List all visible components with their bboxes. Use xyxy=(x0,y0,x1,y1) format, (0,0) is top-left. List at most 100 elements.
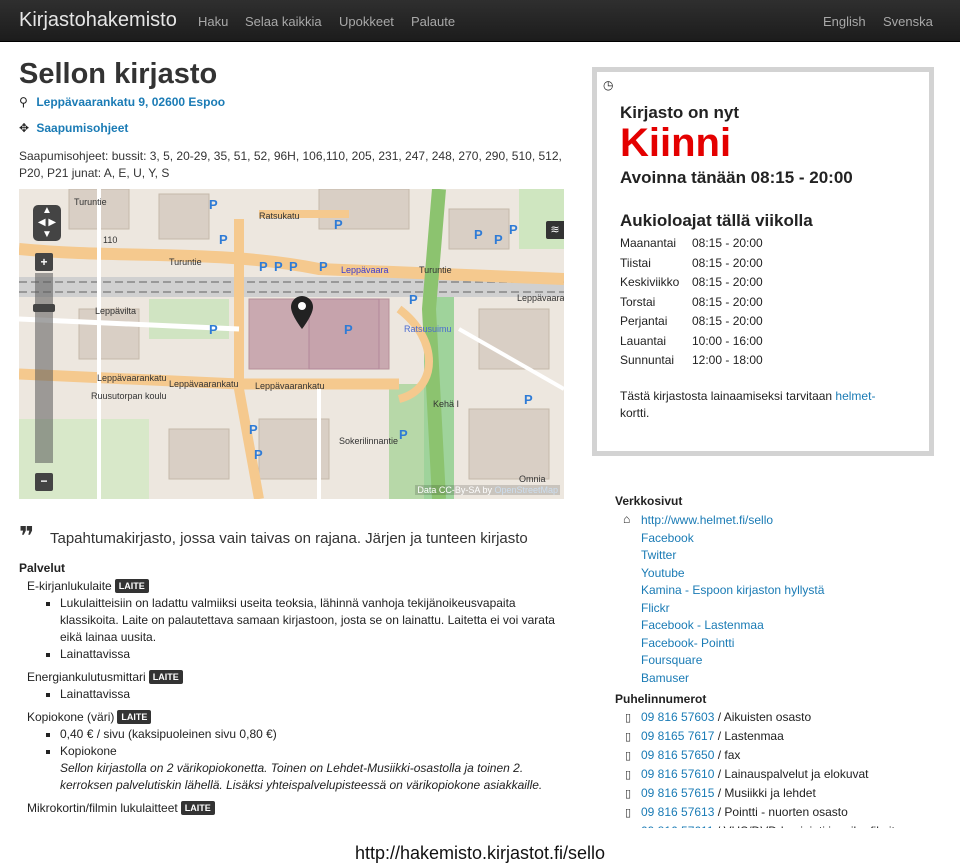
hours-time: 08:15 - 20:00 xyxy=(692,314,763,328)
website-link[interactable]: Facebook xyxy=(641,531,694,545)
directions-link[interactable]: Saapumisohjeet xyxy=(36,121,128,135)
zoom-out-button[interactable]: − xyxy=(35,473,53,491)
map-attribution: Data CC-By-SA by OpenStreetMap xyxy=(415,485,560,495)
nav-english[interactable]: English xyxy=(823,14,866,29)
website-link[interactable]: Foursquare xyxy=(641,653,702,667)
phone-row: ▯ 09 816 57615 / Musiikki ja lehdet xyxy=(625,784,945,803)
nav-haku[interactable]: Haku xyxy=(198,14,228,29)
svg-text:P: P xyxy=(524,392,533,407)
website-link[interactable]: Twitter xyxy=(641,548,676,562)
svg-text:P: P xyxy=(334,217,343,232)
hours-time: 12:00 - 18:00 xyxy=(692,353,763,367)
phone-row: ▯ 09 816 57650 / fax xyxy=(625,746,945,765)
map-label-leppavilta: Leppävilta xyxy=(95,306,137,316)
location-map[interactable]: PPP PPP PPP PPP PPP PP Turuntie Ratsukat… xyxy=(19,189,564,499)
helmet-card-link[interactable]: helmet- xyxy=(835,389,875,403)
website-link[interactable]: Facebook- Pointti xyxy=(641,636,734,650)
service-bullet: Lukulaitteisiin on ladattu valmiiksi use… xyxy=(60,595,564,646)
nav-svenska[interactable]: Svenska xyxy=(883,14,933,29)
hours-row: Keskiviikko 08:15 - 20:00 xyxy=(620,275,763,295)
phones-heading: Puhelinnumerot xyxy=(615,692,707,706)
top-navbar: Kirjastohakemisto Haku Selaa kaikkia Upo… xyxy=(0,0,960,42)
svg-text:P: P xyxy=(319,259,328,274)
screenshot-cut-edge xyxy=(0,828,960,843)
map-label-leppavaarankatu-3: Leppävaarankatu xyxy=(255,381,325,391)
service-title: E-kirjanlukulaite xyxy=(27,579,112,593)
service-bullet: 0,40 € / sivu (kaksipuoleinen sivu 0,80 … xyxy=(60,726,564,743)
hours-table: Maanantai 08:15 - 20:00 Tiistai 08:15 - 20… xyxy=(620,236,763,373)
website-link[interactable]: Youtube xyxy=(641,566,685,580)
map-tiles: PP P P PP PPP P PP PPP PP xyxy=(19,189,564,499)
svg-text:P: P xyxy=(259,259,268,274)
phone-icon: ▯ xyxy=(625,712,632,724)
service-note: Sellon kirjastolla on 2 värikopiokonetta… xyxy=(60,761,543,792)
helmet-note-text: Tästä kirjastosta lainaamiseksi tarvitaa… xyxy=(620,389,836,403)
address-link[interactable]: Leppävaarankatu 9, 02600 Espoo xyxy=(36,95,225,109)
layers-icon[interactable]: ≋ xyxy=(546,221,564,239)
phone-number-link[interactable]: 09 816 57603 xyxy=(641,710,714,724)
zoom-slider[interactable] xyxy=(35,273,53,463)
phone-label: / Musiikki ja lehdet xyxy=(714,786,816,800)
nav-palaute[interactable]: Palaute xyxy=(411,14,455,29)
nav-selaa-kaikkia[interactable]: Selaa kaikkia xyxy=(245,14,322,29)
hours-day: Sunnuntai xyxy=(620,353,675,367)
openstreetmap-link[interactable]: OpenStreetMap xyxy=(494,485,558,495)
hours-day: Tiistai xyxy=(620,255,651,270)
svg-text:P: P xyxy=(254,447,263,462)
phone-icon: ▯ xyxy=(625,807,632,819)
services-section: Palvelut E-kirjanlukulaiteLAITE Lukulait… xyxy=(19,560,564,817)
website-link[interactable]: Facebook - Lastenmaa xyxy=(641,618,764,632)
hours-row: Perjantai 08:15 - 20:00 xyxy=(620,314,763,334)
device-badge: LAITE xyxy=(117,710,152,724)
service-bullet: Kopiokone Sellon kirjastolla on 2 värikop… xyxy=(60,743,564,794)
helmet-card-note: Tästä kirjastosta lainaamiseksi tarvitaa… xyxy=(620,388,910,422)
nav-upokkeet[interactable]: Upokkeet xyxy=(339,14,394,29)
service-bullet: Lainattavissa xyxy=(60,686,564,703)
service-title: Mikrokortin/filmin lukulaitteet xyxy=(27,801,178,815)
hours-row: Lauantai 10:00 - 16:00 xyxy=(620,334,763,354)
website-link[interactable]: Kamina - Espoon kirjaston hyllystä xyxy=(641,583,824,597)
map-label-turuntie-3: Turuntie xyxy=(419,265,452,275)
phone-row: ▯ 09 8165 7617 / Lastenmaa xyxy=(625,727,945,746)
zoom-slider-handle[interactable] xyxy=(33,304,55,312)
map-label-omnia: Omnia xyxy=(519,474,546,484)
phone-row: ▯ 09 816 57610 / Lainauspalvelut ja eloku… xyxy=(625,765,945,784)
hours-row: Sunnuntai 12:00 - 18:00 xyxy=(620,353,763,373)
phone-icon: ▯ xyxy=(625,769,632,781)
websites-list: http://www.helmet.fi/sello Facebook Twit… xyxy=(641,512,945,687)
transit-info: Saapumisohjeet: bussit: 3, 5, 20-29, 35,… xyxy=(19,149,562,180)
phone-icon: ▯ xyxy=(625,788,632,800)
website-link[interactable]: Bamuser xyxy=(641,671,689,685)
helmet-note-suffix: kortti. xyxy=(620,406,650,420)
map-pan-control[interactable]: ▲ ◀ ▶ ▼ xyxy=(33,205,61,241)
map-label-leppavaarankatu-1: Leppävaarankatu xyxy=(97,373,167,383)
week-hours-heading: Aukioloajat tällä viikolla xyxy=(620,211,813,230)
phone-icon: ▯ xyxy=(625,750,632,762)
hours-time: 10:00 - 16:00 xyxy=(692,333,763,348)
zoom-in-button[interactable]: + xyxy=(35,253,53,271)
phone-number-link[interactable]: 09 816 57613 xyxy=(641,805,714,819)
phone-number-link[interactable]: 09 8165 7617 xyxy=(641,729,714,743)
svg-text:P: P xyxy=(249,422,258,437)
hours-day: Maanantai xyxy=(620,236,677,250)
svg-text:P: P xyxy=(509,222,518,237)
hours-row: Maanantai 08:15 - 20:00 xyxy=(620,236,763,256)
phone-number-link[interactable]: 09 816 57610 xyxy=(641,767,714,781)
clock-icon: ◷ xyxy=(603,78,614,92)
phone-label: / Lastenmaa xyxy=(714,729,784,743)
quote-icon: ❞ xyxy=(19,521,35,551)
website-link[interactable]: Flickr xyxy=(641,601,670,615)
phone-number-link[interactable]: 09 816 57650 xyxy=(641,748,714,762)
phone-label: / fax xyxy=(714,748,741,762)
map-label-110: 110 xyxy=(103,235,118,245)
website-link[interactable]: http://www.helmet.fi/sello xyxy=(641,513,773,527)
map-label-turuntie-1: Turuntie xyxy=(74,197,107,207)
map-label-leppavaara-2: Leppävaara xyxy=(517,293,564,303)
svg-text:P: P xyxy=(474,227,483,242)
svg-text:P: P xyxy=(209,197,218,212)
move-arrows-icon: ✥ xyxy=(19,121,30,135)
map-label-turuntie-2: Turuntie xyxy=(169,257,202,267)
brand-logo[interactable]: Kirjastohakemisto xyxy=(19,9,177,32)
phone-number-link[interactable]: 09 816 57615 xyxy=(641,786,714,800)
hours-time: 08:15 - 20:00 xyxy=(692,275,763,289)
